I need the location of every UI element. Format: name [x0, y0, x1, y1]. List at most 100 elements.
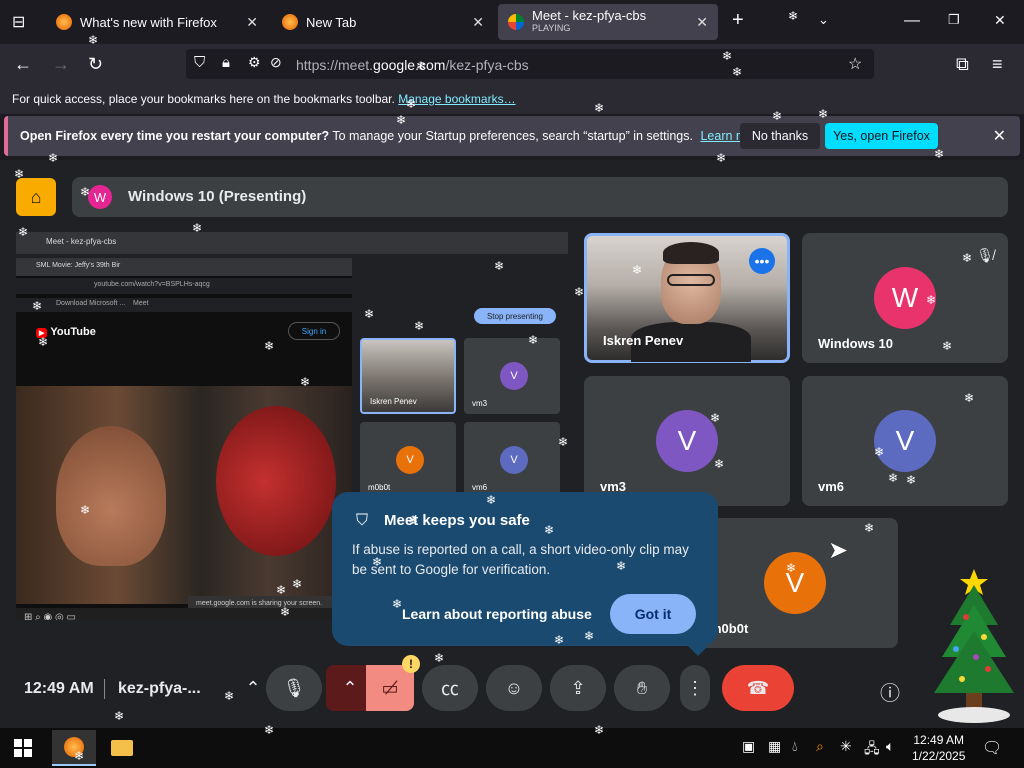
door-icon[interactable]: ⌂	[16, 178, 56, 216]
lock-icon[interactable]: 🔒︎	[222, 54, 230, 71]
video-feed	[663, 242, 719, 264]
mini-tile: Iskren Penev	[360, 338, 456, 414]
shared-chrome-tabbar: Meet - kez-pfya-cbs	[16, 232, 568, 254]
participant-tile-vm3[interactable]: V vm3	[584, 376, 790, 506]
mini-tile-name: vm6	[472, 483, 488, 492]
close-icon[interactable]: ✕	[472, 14, 484, 31]
participant-tile-vm6[interactable]: V vm6	[802, 376, 1008, 506]
mouse-cursor: ➤	[828, 537, 849, 564]
yes-open-firefox-button[interactable]: Yes, open Firefox	[825, 123, 938, 149]
camera-blocked-icon[interactable]: ⊘	[270, 54, 282, 71]
leave-call-button[interactable]: ☎︎	[722, 665, 794, 711]
microphone-button[interactable]: 🎙︎	[266, 665, 322, 711]
windows-start-icon[interactable]	[14, 739, 32, 757]
yt-video-frame	[16, 386, 352, 604]
mini-tile: V vm3	[464, 338, 560, 414]
camera-off-button[interactable]: ▭̸ !	[366, 655, 420, 711]
taskbar-firefox[interactable]	[52, 730, 96, 766]
tab-whats-new[interactable]: What's new with Firefox ✕	[46, 4, 268, 40]
reactions-button[interactable]: ☺	[486, 665, 542, 711]
new-tab-button[interactable]: +	[732, 9, 744, 32]
hand-icon: ✋︎	[636, 677, 648, 698]
mic-off-icon: 🎙︎̸	[976, 247, 994, 263]
reload-icon[interactable]: ↻	[88, 54, 103, 75]
youtube-logo: YouTube	[36, 326, 95, 338]
avatar: W	[874, 267, 936, 329]
participant-tile-windows10[interactable]: 🎙︎̸ W Windows 10	[802, 233, 1008, 363]
present-button[interactable]: ⇪	[550, 665, 606, 711]
url-bar[interactable]: ⛉ 🔒︎ ⚙ ⊘ https://meet.google.com/kez-pfy…	[186, 49, 874, 79]
puppet-image	[216, 406, 336, 556]
tray-app-icon[interactable]: ✳	[840, 738, 852, 755]
tray-app-icon[interactable]: ▦	[768, 738, 781, 755]
navigation-toolbar: ← → ↻ ⛉ 🔒︎ ⚙ ⊘ https://meet.google.com/k…	[0, 44, 1024, 84]
learn-reporting-link[interactable]: Learn about reporting abuse	[402, 606, 592, 622]
participant-tile-m0b0t[interactable]: V m0b0t	[694, 518, 898, 648]
safety-popup: ⛉ Meet keeps you safe If abuse is report…	[332, 492, 718, 656]
no-thanks-button[interactable]: No thanks	[740, 123, 820, 149]
divider	[104, 679, 105, 699]
more-options-icon[interactable]: •••	[749, 248, 775, 274]
info-icon[interactable]: ⓘ	[880, 677, 900, 706]
tray-app-icon[interactable]: 💧︎	[792, 738, 798, 755]
bookmark-star-icon[interactable]: ☆	[848, 54, 862, 74]
search-icon[interactable]: ⌕	[816, 738, 824, 755]
got-it-button[interactable]: Got it	[610, 594, 696, 634]
taskbar-time: 12:49 AM	[913, 733, 965, 747]
participant-name: Iskren Penev	[603, 333, 684, 348]
popup-title: Meet keeps you safe	[384, 512, 530, 529]
url-text[interactable]: https://meet.google.com/kez-pfya-cbs	[296, 57, 529, 73]
taskbar-clock[interactable]: 12:49 AM 1/22/2025	[912, 732, 965, 764]
window-close-icon[interactable]: ✕	[994, 12, 1006, 29]
meeting-clock: 12:49 AM	[24, 680, 94, 697]
tab-list-icon[interactable]: ⊟	[12, 12, 25, 32]
raise-hand-button[interactable]: ✋︎	[614, 665, 670, 711]
puppet-image	[56, 426, 166, 566]
tray-app-icon[interactable]: ▣	[742, 738, 755, 755]
mini-tile: V m0b0t	[360, 422, 456, 498]
firefox-icon	[64, 737, 84, 757]
list-all-tabs-icon[interactable]: ⌄	[818, 12, 829, 28]
menu-icon[interactable]: ≡	[992, 54, 1003, 75]
meeting-code: kez-pfya-...	[118, 680, 201, 697]
taskbar-file-explorer[interactable]	[100, 730, 144, 766]
manage-bookmarks-link[interactable]: Manage bookmarks…	[398, 92, 515, 106]
startup-notification-bar: Open Firefox every time you restart your…	[4, 116, 1020, 156]
extensions-icon[interactable]: ⧉	[956, 54, 969, 75]
presenting-bar: W Windows 10 (Presenting)	[72, 177, 1008, 217]
network-icon[interactable]: 🖧︎	[864, 738, 880, 762]
back-icon[interactable]: ←	[14, 54, 32, 75]
participant-tile-iskren[interactable]: ••• Iskren Penev	[584, 233, 790, 363]
tab-title: Meet - kez-pfya-cbs	[532, 8, 647, 23]
volume-muted-icon[interactable]: 🔈︎	[886, 738, 894, 755]
permissions-icon[interactable]: ⚙	[248, 54, 261, 71]
minimize-icon[interactable]: —	[904, 12, 920, 30]
firefox-icon	[282, 14, 298, 30]
shared-taskbar: ⊞ ⌕ ◉ ◎ ▭	[16, 608, 356, 620]
notifications-icon[interactable]: 🗨︎	[982, 738, 1002, 758]
captions-button[interactable]: ㏄	[422, 665, 478, 711]
shield-icon: ⛉	[356, 512, 369, 529]
avatar: V	[656, 410, 718, 472]
avatar: V	[500, 362, 528, 390]
close-icon[interactable]: ✕	[696, 14, 708, 31]
tab-strip: ⊟ What's new with Firefox ✕ New Tab ✕ Me…	[0, 0, 1024, 44]
warning-badge: !	[402, 655, 420, 673]
more-options-button[interactable]: ⋮	[680, 665, 710, 711]
tab-new-tab[interactable]: New Tab ✕	[272, 4, 494, 40]
present-screen-icon: ⇪	[570, 677, 586, 698]
tab-meet[interactable]: Meet - kez-pfya-cbs PLAYING ✕	[498, 4, 718, 40]
google-meet-icon	[508, 14, 524, 30]
forward-icon[interactable]: →	[52, 54, 70, 75]
chevron-up-icon[interactable]: ⌃	[238, 665, 268, 711]
restore-icon[interactable]: ❐	[948, 12, 960, 28]
tab-title: What's new with Firefox	[80, 14, 217, 30]
close-icon[interactable]: ✕	[246, 14, 258, 31]
avatar: V	[874, 410, 936, 472]
meet-content: ⌂ W Windows 10 (Presenting) Meet - kez-p…	[0, 160, 1024, 728]
avatar: V	[764, 552, 826, 614]
shared-chrome-tab: Meet - kez-pfya-cbs	[46, 237, 117, 246]
shield-icon[interactable]: ⛉	[194, 54, 205, 71]
close-icon[interactable]: ✕	[993, 126, 1006, 146]
shared-yt-url: youtube.com/watch?v=BSPLHs-aqcg	[16, 278, 352, 294]
